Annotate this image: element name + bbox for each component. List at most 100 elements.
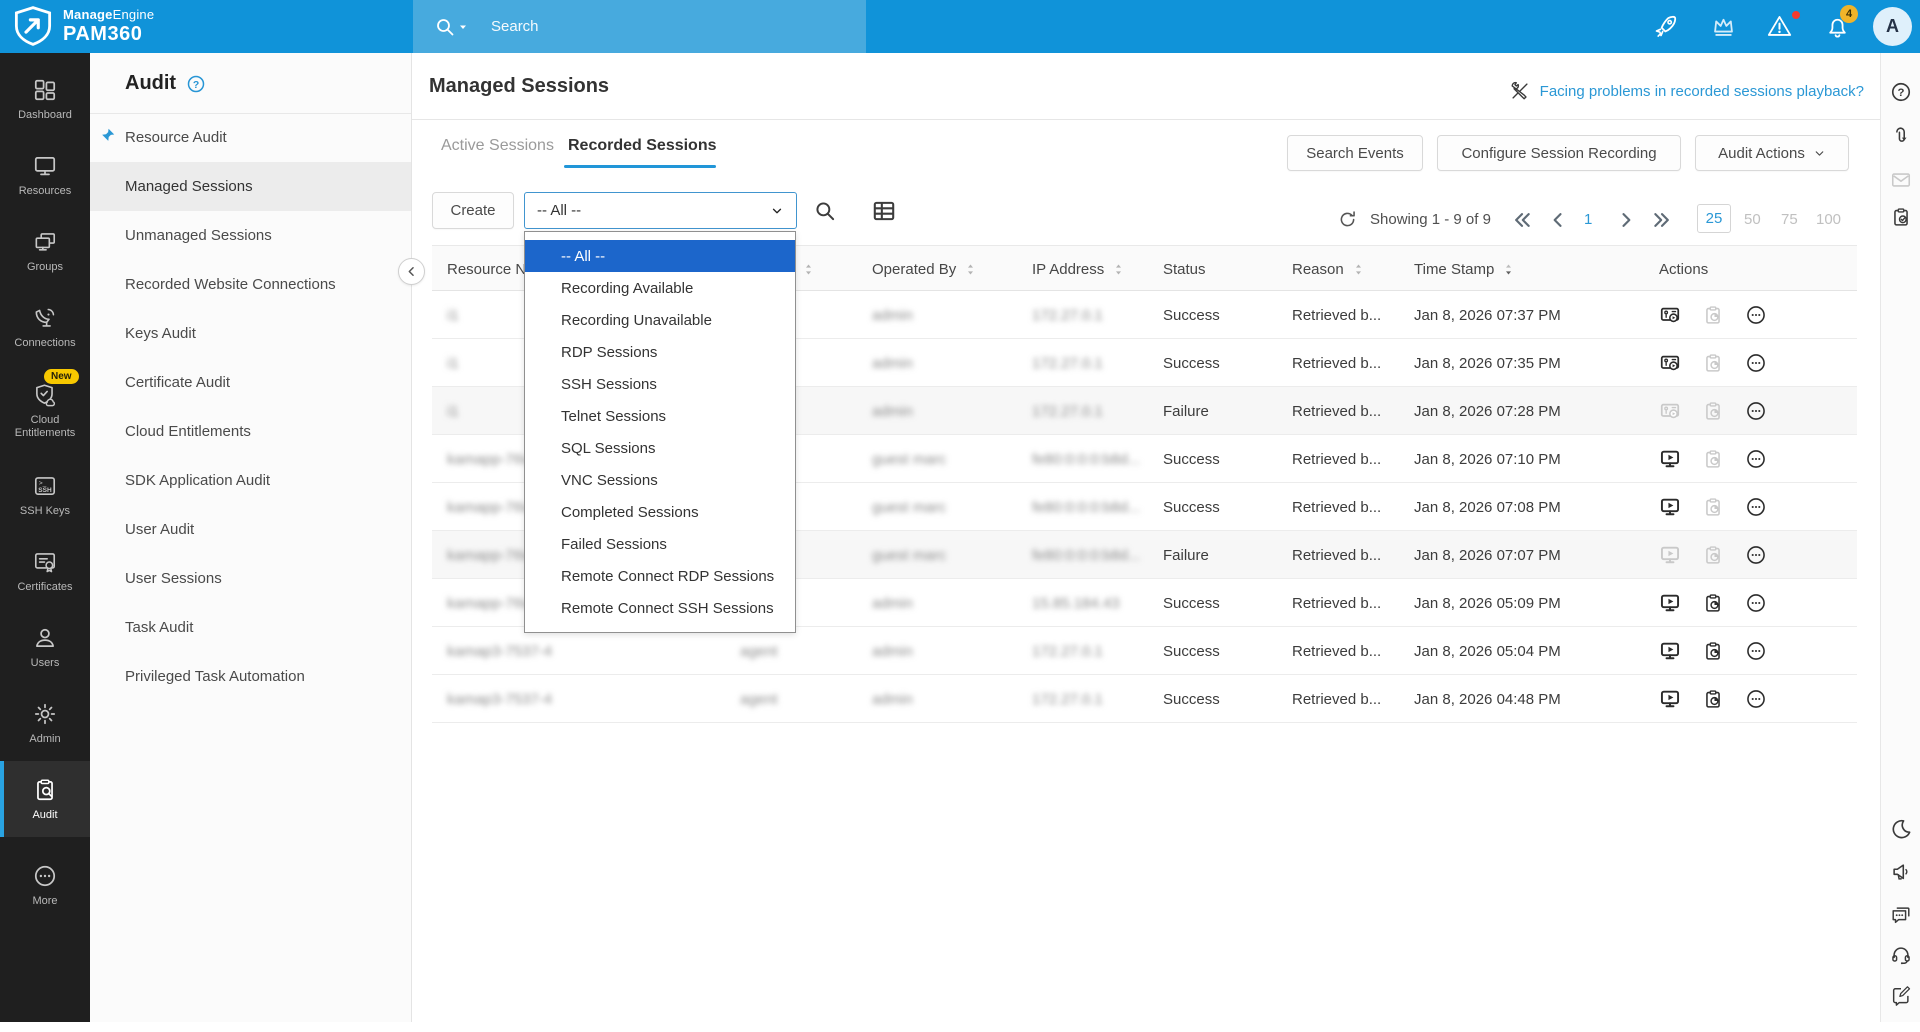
more-actions-icon[interactable] — [1745, 496, 1767, 518]
session-filter-select[interactable]: -- All -- — [524, 192, 797, 229]
previous-page-button[interactable] — [1548, 210, 1568, 230]
dropdown-option-remote-connect-ssh[interactable]: Remote Connect SSH Sessions — [525, 592, 795, 624]
mail-icon[interactable] — [1890, 169, 1912, 191]
current-page[interactable]: 1 — [1584, 211, 1592, 228]
submenu-item-task-audit[interactable]: Task Audit — [90, 603, 411, 652]
sidebar-item-certificates[interactable]: Certificates — [0, 533, 90, 609]
play-recording-icon[interactable] — [1659, 304, 1681, 326]
session-audit-icon[interactable] — [1702, 352, 1724, 374]
submenu-item-user-audit[interactable]: User Audit — [90, 505, 411, 554]
audit-actions-button[interactable]: Audit Actions — [1695, 135, 1849, 171]
feedback-edit-icon[interactable] — [1890, 984, 1912, 1006]
support-headset-icon[interactable] — [1890, 944, 1912, 966]
dropdown-option-telnet-sessions[interactable]: Telnet Sessions — [525, 400, 795, 432]
col-reason[interactable]: Reason — [1292, 246, 1366, 292]
submenu-item-sdk-application-audit[interactable]: SDK Application Audit — [90, 456, 411, 505]
attachment-paperclip-icon[interactable] — [1890, 125, 1912, 147]
submenu-item-keys-audit[interactable]: Keys Audit — [90, 309, 411, 358]
play-recording-icon[interactable] — [1659, 352, 1681, 374]
page-size-25[interactable]: 25 — [1697, 204, 1731, 233]
configure-session-recording-button[interactable]: Configure Session Recording — [1437, 135, 1681, 171]
sidebar-item-users[interactable]: Users — [0, 609, 90, 685]
col-time-stamp[interactable]: Time Stamp — [1414, 246, 1516, 292]
announcements-megaphone-icon[interactable] — [1890, 861, 1912, 883]
play-session-icon[interactable] — [1659, 496, 1681, 518]
dropdown-option-failed-sessions[interactable]: Failed Sessions — [525, 528, 795, 560]
session-audit-icon[interactable] — [1702, 544, 1724, 566]
sidebar-item-resources[interactable]: Resources — [0, 137, 90, 213]
sidebar-item-cloud-entitlements[interactable]: New Cloud Entitlements — [0, 365, 90, 457]
dropdown-option-sql-sessions[interactable]: SQL Sessions — [525, 432, 795, 464]
sidebar-item-dashboard[interactable]: Dashboard — [0, 61, 90, 137]
col-operated-by[interactable]: Operated By — [872, 246, 978, 292]
dropdown-option-recording-unavailable[interactable]: Recording Unavailable — [525, 304, 795, 336]
table-search-button[interactable] — [812, 198, 838, 224]
search-icon[interactable] — [433, 15, 469, 39]
session-audit-icon[interactable] — [1702, 400, 1724, 422]
submenu-item-recorded-website-connections[interactable]: Recorded Website Connections — [90, 260, 411, 309]
submenu-item-cloud-entitlements[interactable]: Cloud Entitlements — [90, 407, 411, 456]
upgrade-crown-icon[interactable] — [1710, 13, 1737, 40]
play-session-icon[interactable] — [1659, 640, 1681, 662]
refresh-icon[interactable] — [1337, 209, 1358, 230]
create-button[interactable]: Create — [432, 192, 514, 229]
play-session-icon[interactable] — [1659, 688, 1681, 710]
tab-active-sessions[interactable]: Active Sessions — [441, 137, 554, 155]
tab-recorded-sessions[interactable]: Recorded Sessions — [568, 137, 717, 155]
user-avatar[interactable]: A — [1873, 7, 1912, 46]
dropdown-option-ssh-sessions[interactable]: SSH Sessions — [525, 368, 795, 400]
col-ip-address[interactable]: IP Address — [1032, 246, 1126, 292]
submenu-item-unmanaged-sessions[interactable]: Unmanaged Sessions — [90, 211, 411, 260]
more-actions-icon[interactable] — [1745, 352, 1767, 374]
dropdown-option-remote-connect-rdp[interactable]: Remote Connect RDP Sessions — [525, 560, 795, 592]
next-page-button[interactable] — [1616, 210, 1636, 230]
page-size-50[interactable]: 50 — [1744, 211, 1761, 228]
more-actions-icon[interactable] — [1745, 688, 1767, 710]
play-session-icon[interactable] — [1659, 592, 1681, 614]
col-status[interactable]: Status — [1163, 246, 1206, 292]
sidebar-item-audit[interactable]: Audit — [0, 761, 90, 837]
submenu-item-resource-audit[interactable]: Resource Audit — [90, 113, 411, 162]
sidebar-item-admin[interactable]: Admin — [0, 685, 90, 761]
sidebar-item-connections[interactable]: Connections — [0, 289, 90, 365]
more-actions-icon[interactable] — [1745, 592, 1767, 614]
playback-help-link[interactable]: Facing problems in recorded sessions pla… — [1509, 80, 1864, 102]
help-icon[interactable] — [1890, 81, 1912, 103]
more-actions-icon[interactable] — [1745, 304, 1767, 326]
dropdown-option-recording-available[interactable]: Recording Available — [525, 272, 795, 304]
play-session-icon[interactable] — [1659, 448, 1681, 470]
pam360-logo[interactable]: ManageEngine PAM360 — [12, 5, 154, 47]
play-recording-icon[interactable] — [1659, 400, 1681, 422]
session-audit-icon[interactable] — [1702, 592, 1724, 614]
more-actions-icon[interactable] — [1745, 544, 1767, 566]
search-events-button[interactable]: Search Events — [1287, 135, 1423, 171]
alerts-warning-icon[interactable] — [1766, 13, 1793, 40]
submenu-item-managed-sessions[interactable]: Managed Sessions — [90, 162, 411, 211]
sidebar-item-ssh-keys[interactable]: SSH Keys — [0, 457, 90, 533]
dropdown-option-vnc-sessions[interactable]: VNC Sessions — [525, 464, 795, 496]
dropdown-option-completed-sessions[interactable]: Completed Sessions — [525, 496, 795, 528]
help-circle-icon[interactable] — [186, 74, 206, 94]
session-audit-icon[interactable] — [1702, 496, 1724, 518]
session-audit-icon[interactable] — [1702, 688, 1724, 710]
tasks-clipboard-check-icon[interactable] — [1890, 206, 1912, 228]
more-actions-icon[interactable] — [1745, 400, 1767, 422]
page-size-100[interactable]: 100 — [1816, 211, 1841, 228]
session-audit-icon[interactable] — [1702, 304, 1724, 326]
global-search[interactable]: Search — [413, 0, 866, 53]
session-audit-icon[interactable] — [1702, 640, 1724, 662]
collapse-sidebar-button[interactable] — [398, 258, 425, 285]
sidebar-item-groups[interactable]: Groups — [0, 213, 90, 289]
first-page-button[interactable] — [1512, 210, 1532, 230]
last-page-button[interactable] — [1652, 210, 1672, 230]
page-size-75[interactable]: 75 — [1781, 211, 1798, 228]
sidebar-item-more[interactable]: More — [0, 847, 90, 923]
more-actions-icon[interactable] — [1745, 448, 1767, 470]
play-session-icon[interactable] — [1659, 544, 1681, 566]
column-view-button[interactable] — [871, 198, 897, 224]
chat-icon[interactable] — [1890, 904, 1912, 926]
session-audit-icon[interactable] — [1702, 448, 1724, 470]
submenu-item-privileged-task-automation[interactable]: Privileged Task Automation — [90, 652, 411, 701]
dropdown-option-rdp-sessions[interactable]: RDP Sessions — [525, 336, 795, 368]
getting-started-rocket-icon[interactable] — [1652, 13, 1679, 40]
